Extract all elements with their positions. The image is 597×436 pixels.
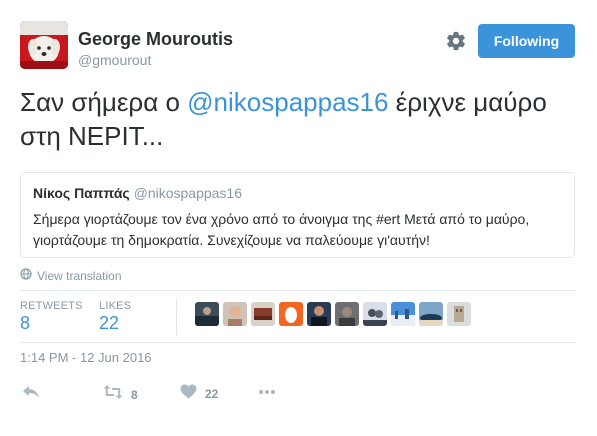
divider	[20, 342, 575, 343]
tweet-text: Σαν σήμερα ο @nikospappas16 έριχνε μαύρο…	[20, 85, 580, 153]
quoted-author-handle: @nikospappas16	[133, 185, 243, 201]
reply-button[interactable]	[22, 384, 40, 405]
liker-avatar[interactable]	[447, 302, 471, 326]
liker-avatars	[195, 302, 471, 326]
more-dots-icon	[258, 384, 276, 405]
stats-separator	[176, 298, 177, 336]
avatar[interactable]	[20, 21, 68, 69]
retweets-label: RETWEETS	[20, 300, 83, 312]
like-count: 22	[205, 387, 219, 401]
liker-avatar[interactable]	[279, 302, 303, 326]
gear-icon[interactable]	[445, 30, 467, 52]
retweet-count: 8	[131, 387, 138, 402]
tweet-timestamp[interactable]: 1:14 PM - 12 Jun 2016	[20, 350, 152, 365]
retweet-icon	[103, 384, 123, 405]
retweets-count[interactable]: 8	[20, 313, 30, 334]
liker-avatar[interactable]	[307, 302, 331, 326]
retweet-button[interactable]: 8	[103, 384, 138, 405]
view-translation-label: View translation	[37, 268, 122, 283]
liker-avatar[interactable]	[223, 302, 247, 326]
liker-avatar[interactable]	[195, 302, 219, 326]
author-handle[interactable]: @gmourout	[78, 52, 151, 68]
quoted-tweet[interactable]: Νίκος Παππάς @nikospappas16 Σήμερα γιορτ…	[20, 172, 575, 258]
reply-icon	[22, 384, 40, 405]
view-translation-link[interactable]: View translation	[20, 268, 122, 283]
globe-icon	[20, 268, 32, 283]
liker-avatar[interactable]	[419, 302, 443, 326]
quoted-author-name: Νίκος Παππάς	[33, 185, 130, 201]
tweet-text-part: Σαν σήμερα ο	[20, 87, 188, 117]
like-button[interactable]: 22	[180, 384, 218, 404]
mention-link[interactable]: @nikospappas16	[187, 87, 388, 117]
quoted-tweet-text: Σήμερα γιορτάζουμε τον ένα χρόνο από το …	[33, 211, 530, 248]
liker-avatar[interactable]	[391, 302, 415, 326]
more-button[interactable]	[258, 384, 276, 405]
likes-label: LIKES	[99, 300, 132, 312]
liker-avatar[interactable]	[251, 302, 275, 326]
heart-icon	[180, 384, 197, 404]
likes-count[interactable]: 22	[99, 313, 119, 334]
liker-avatar[interactable]	[335, 302, 359, 326]
author-name[interactable]: George Mouroutis	[78, 29, 233, 50]
quoted-tweet-header: Νίκος Παππάς @nikospappas16	[33, 185, 242, 201]
divider	[20, 290, 575, 291]
following-button[interactable]: Following	[478, 24, 575, 58]
liker-avatar[interactable]	[363, 302, 387, 326]
